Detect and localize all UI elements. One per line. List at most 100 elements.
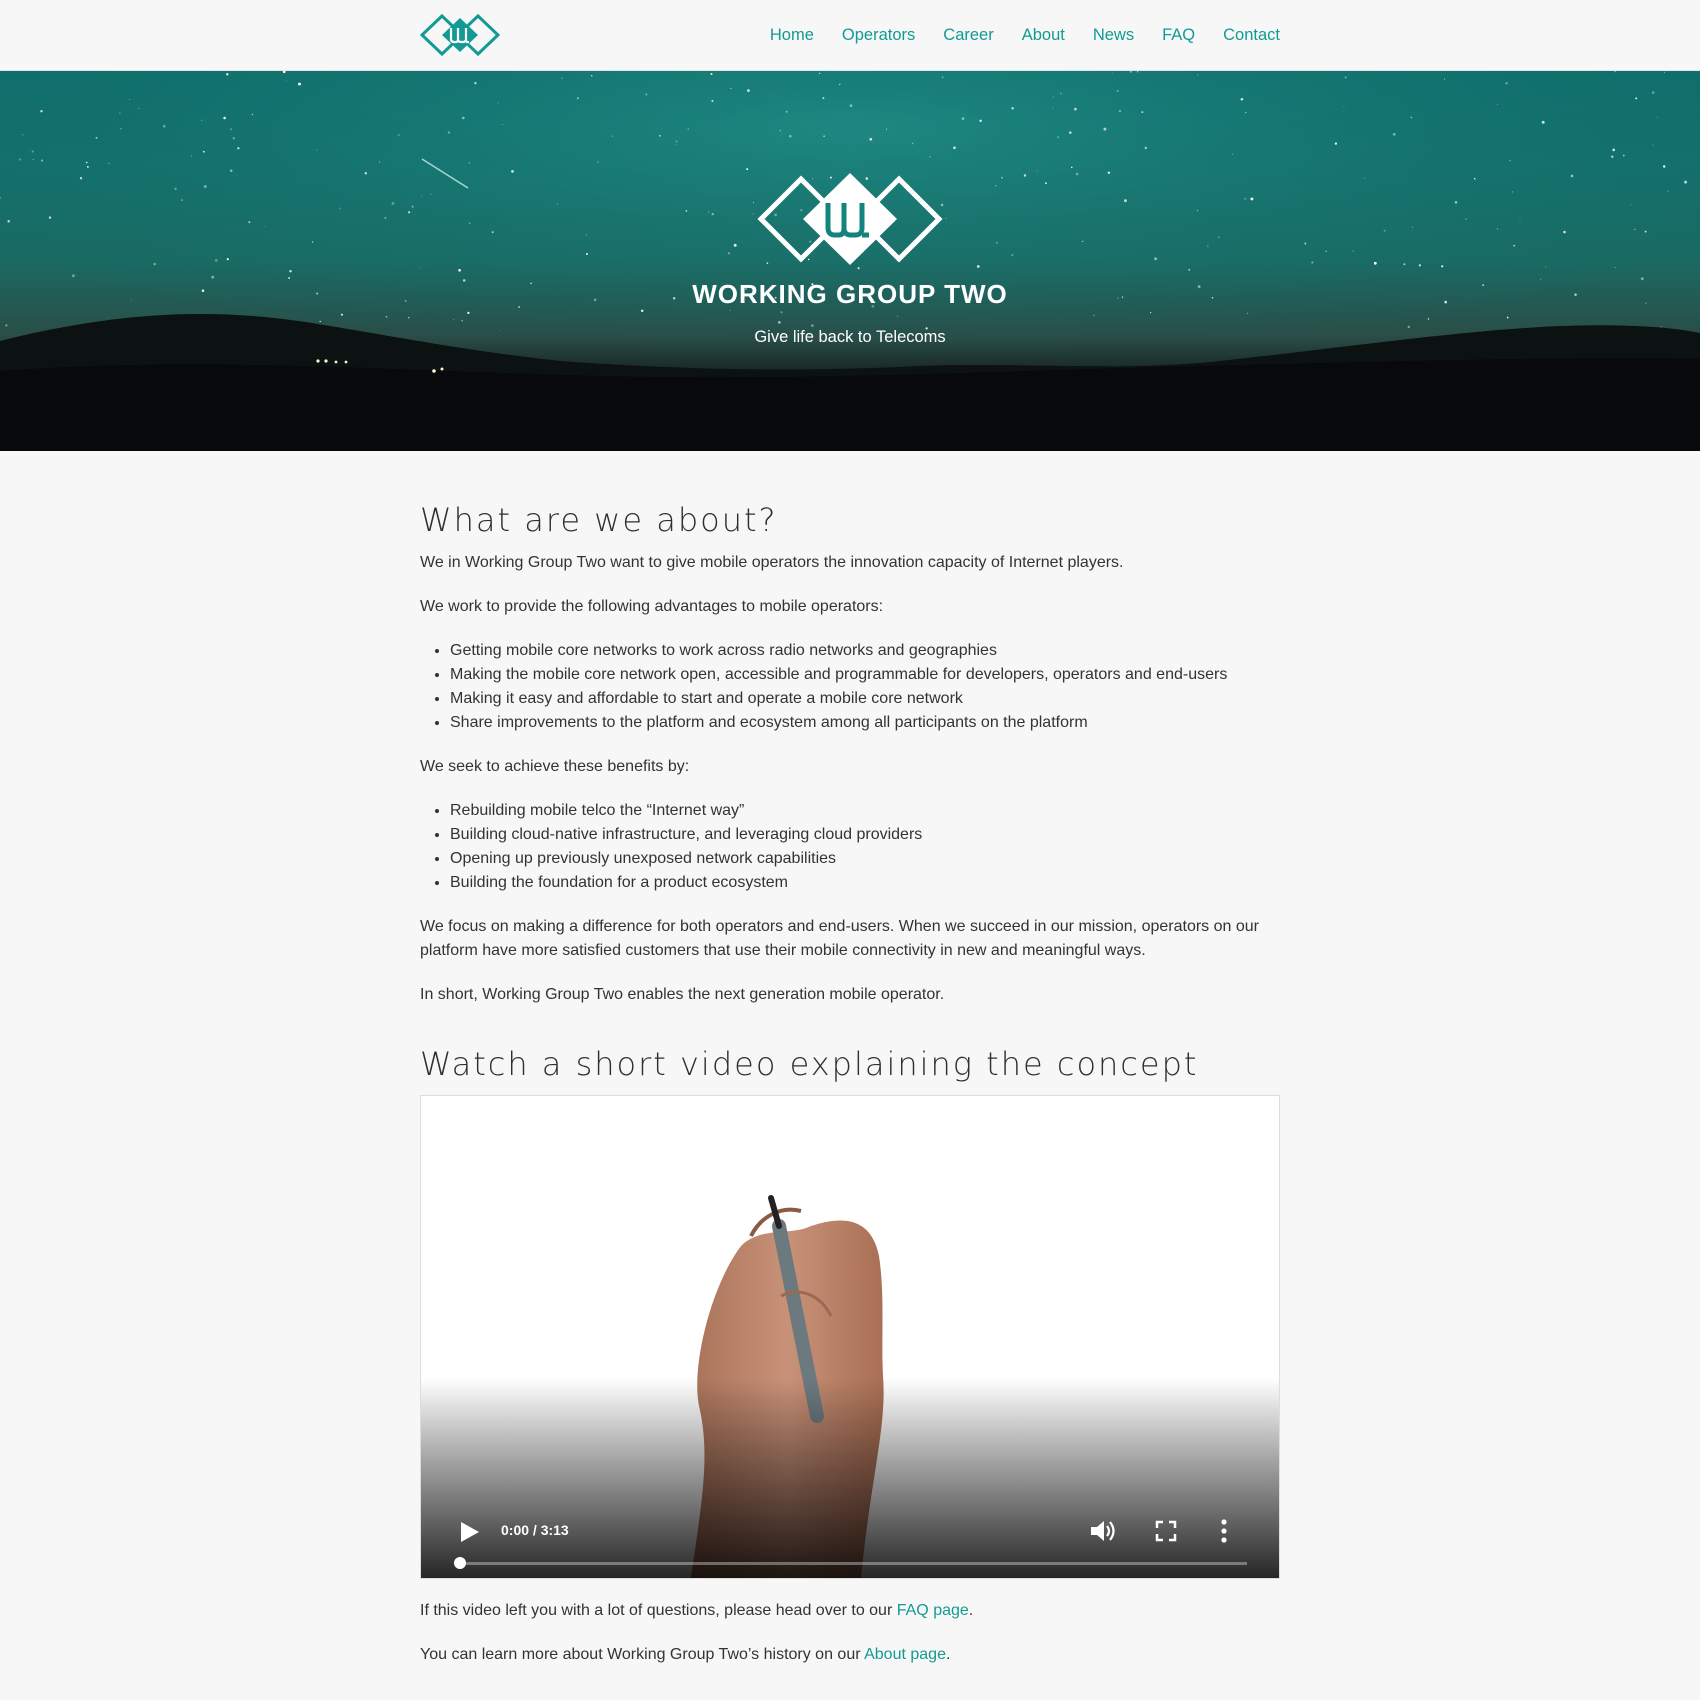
star <box>1656 116 1658 118</box>
star <box>1011 107 1014 110</box>
wg2-logo-icon[interactable] <box>420 13 500 57</box>
list-item: Building the foundation for a product ec… <box>450 871 1280 895</box>
star <box>1541 120 1545 124</box>
star <box>163 124 166 128</box>
list-item: Getting mobile core networks to work acr… <box>450 639 1280 663</box>
hero-logo-icon <box>757 173 943 265</box>
star <box>1231 153 1233 155</box>
star <box>576 97 580 100</box>
star <box>230 128 233 131</box>
star <box>232 137 235 140</box>
star <box>447 131 451 134</box>
star <box>849 104 853 108</box>
star <box>1663 71 1665 73</box>
star <box>298 82 301 86</box>
star <box>1052 107 1054 109</box>
fullscreen-icon[interactable] <box>1155 1520 1177 1542</box>
star <box>1612 148 1616 152</box>
star <box>929 156 931 158</box>
nav-home-link[interactable]: Home <box>770 26 814 45</box>
star <box>659 135 661 137</box>
play-icon[interactable] <box>459 1520 481 1544</box>
nav-operators-link[interactable]: Operators <box>842 26 915 45</box>
hero-branding: WORKING GROUP TWO Give life back to Tele… <box>0 171 1700 347</box>
main-nav: Home Operators Career About News FAQ Con… <box>770 26 1280 45</box>
star <box>108 162 110 165</box>
star <box>597 161 599 163</box>
faq-text-end: . <box>968 1602 974 1619</box>
nav-news-link[interactable]: News <box>1093 26 1134 45</box>
star <box>1069 131 1072 134</box>
star <box>191 155 193 157</box>
star <box>869 137 873 141</box>
star <box>226 73 229 76</box>
video-progress-track[interactable] <box>458 1562 1247 1565</box>
star <box>251 113 254 116</box>
star <box>885 128 888 130</box>
top-navigation-bar: Home Operators Career About News FAQ Con… <box>0 0 1700 71</box>
star <box>31 150 34 153</box>
list-item: Share improvements to the platform and e… <box>450 711 1280 735</box>
star <box>18 158 21 161</box>
star <box>1074 107 1077 111</box>
star <box>785 110 788 113</box>
star <box>223 116 226 120</box>
faq-paragraph: If this video left you with a lot of que… <box>420 1599 1280 1623</box>
star <box>237 147 240 150</box>
star <box>202 150 205 153</box>
star <box>1112 72 1113 74</box>
star <box>746 168 749 171</box>
star <box>468 161 471 164</box>
star <box>461 116 465 120</box>
volume-icon[interactable] <box>1089 1518 1117 1544</box>
faq-page-link[interactable]: FAQ page <box>897 1602 969 1619</box>
video-time: 0:00 / 3:13 <box>501 1522 569 1538</box>
advantages-intro: We work to provide the following advanta… <box>420 598 884 615</box>
star <box>1611 155 1614 158</box>
video-player[interactable]: 0:00 / 3:13 <box>420 1095 1280 1579</box>
hero-title: WORKING GROUP TWO <box>692 279 1008 309</box>
star <box>1663 165 1666 168</box>
star <box>675 140 678 143</box>
list-item: Making it easy and affordable to start a… <box>450 687 1280 711</box>
star <box>41 159 44 162</box>
star <box>1505 82 1508 85</box>
star <box>1103 127 1107 131</box>
list-item: Rebuilding mobile telco the “Internet wa… <box>450 799 1280 823</box>
star <box>1197 74 1199 76</box>
about-text: You can learn more about Working Group T… <box>420 1646 865 1663</box>
star <box>1118 109 1122 113</box>
more-options-icon[interactable] <box>1221 1518 1227 1544</box>
nav-faq-link[interactable]: FAQ <box>1162 26 1195 45</box>
star <box>1141 111 1144 114</box>
star <box>1392 132 1396 136</box>
nav-contact-link[interactable]: Contact <box>1223 26 1280 45</box>
list-item: Building cloud-native infrastructure, an… <box>450 823 1280 847</box>
star <box>1622 154 1625 157</box>
star <box>591 75 593 77</box>
nav-about-link[interactable]: About <box>1022 26 1065 45</box>
star <box>822 97 825 100</box>
star <box>497 102 499 104</box>
star <box>1059 92 1062 95</box>
star <box>961 117 965 120</box>
star <box>779 130 781 132</box>
star <box>474 81 477 85</box>
star <box>953 146 956 150</box>
star <box>40 110 43 113</box>
star <box>979 119 982 122</box>
star <box>611 135 614 137</box>
summary-paragraph: In short, Working Group Two enables the … <box>420 986 945 1003</box>
benefits-list: Rebuilding mobile telco the “Internet wa… <box>420 799 1280 895</box>
about-page-link[interactable]: About page <box>864 1646 946 1663</box>
star <box>22 134 24 136</box>
nav-career-link[interactable]: Career <box>943 26 993 45</box>
star <box>645 93 648 96</box>
star <box>378 161 381 163</box>
video-heading: Watch a short video explaining the conce… <box>420 1045 1199 1083</box>
star <box>1509 159 1511 162</box>
faq-text: If this video left you with a lot of que… <box>420 1602 897 1619</box>
star <box>1410 116 1413 119</box>
star <box>1071 166 1073 169</box>
video-progress-knob[interactable] <box>454 1557 466 1569</box>
